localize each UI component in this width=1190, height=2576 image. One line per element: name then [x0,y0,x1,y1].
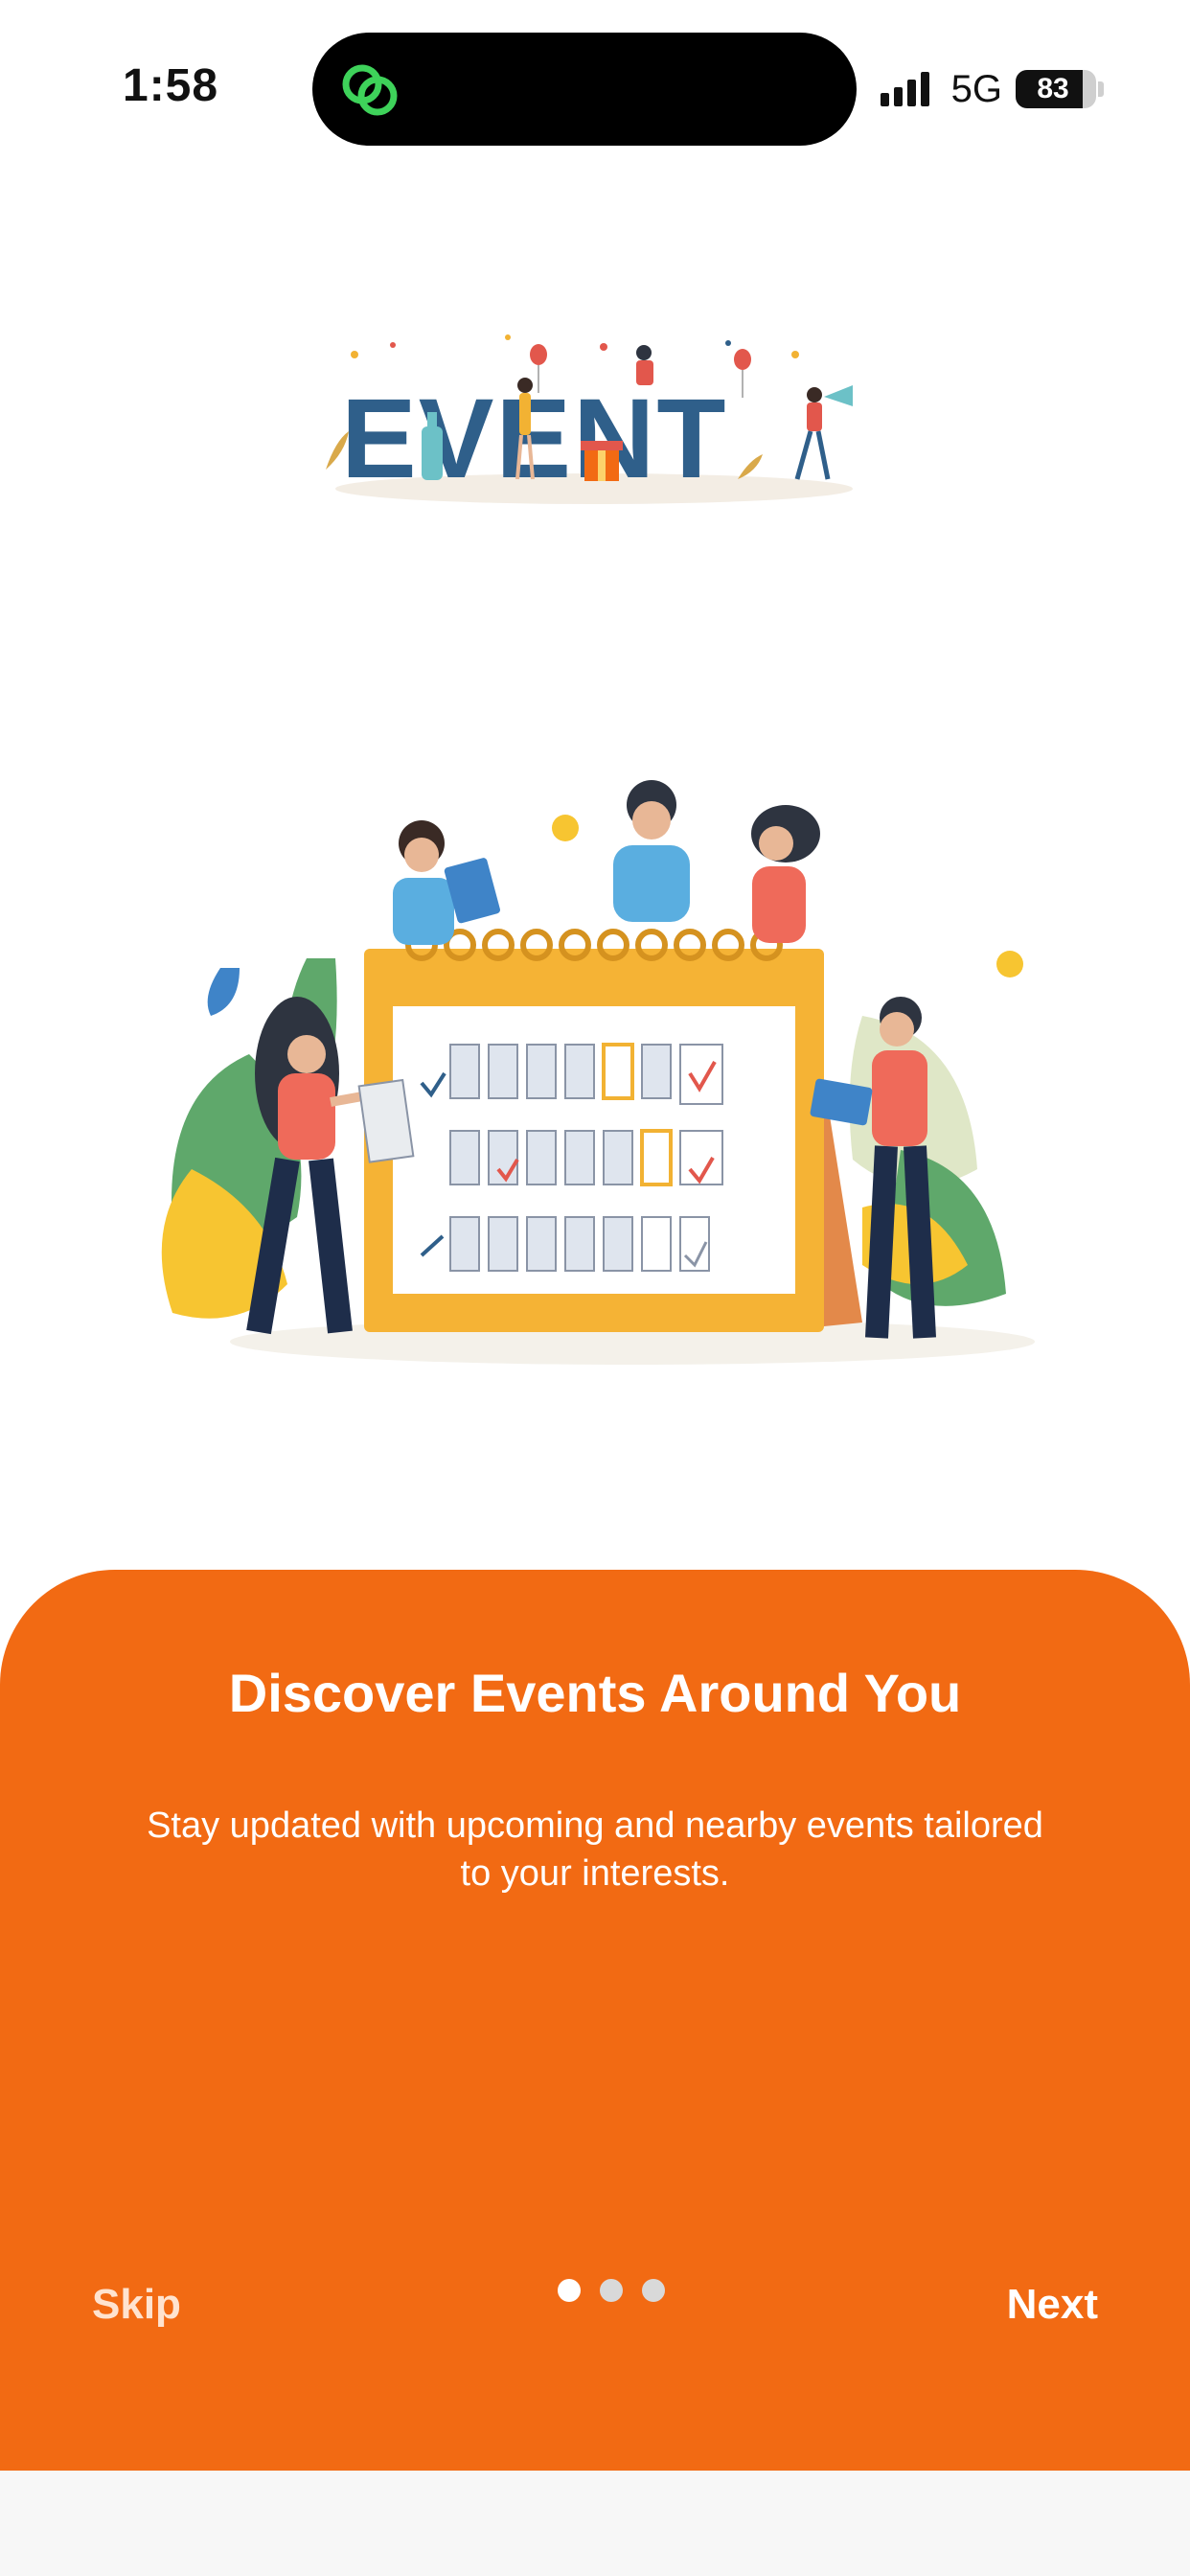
dynamic-island [312,33,857,146]
onboarding-screen: 1:58 5G 83 EVENT Discover Events Around … [0,0,1190,2576]
status-time: 1:58 [123,60,219,111]
page-dot-2[interactable] [600,2279,623,2302]
calendar-team-illustration [161,780,1035,1365]
link-rings-icon [342,64,398,116]
onboarding-sheet: Discover Events Around You Stay updated … [0,1570,1190,2471]
next-button[interactable]: Next [1007,2281,1098,2329]
page-dot-1[interactable] [558,2279,581,2302]
battery-cap [1098,81,1104,97]
page-dot-3[interactable] [642,2279,665,2302]
battery-level: 83 [1037,73,1069,104]
skip-button[interactable]: Skip [92,2281,181,2329]
battery-icon: 83 [1016,70,1096,108]
bottom-safe-area [0,2471,1190,2576]
onboarding-subtitle: Stay updated with upcoming and nearby ev… [147,1806,1043,1894]
onboarding-title: Discover Events Around You [228,1663,962,1723]
status-indicators: 5G 83 [880,65,1104,113]
logo-text: EVENT [341,376,727,502]
network-label: 5G [950,67,1002,110]
page-indicator[interactable] [558,2279,665,2302]
event-logo: EVENT [326,334,853,504]
signal-bars-icon [880,72,929,106]
